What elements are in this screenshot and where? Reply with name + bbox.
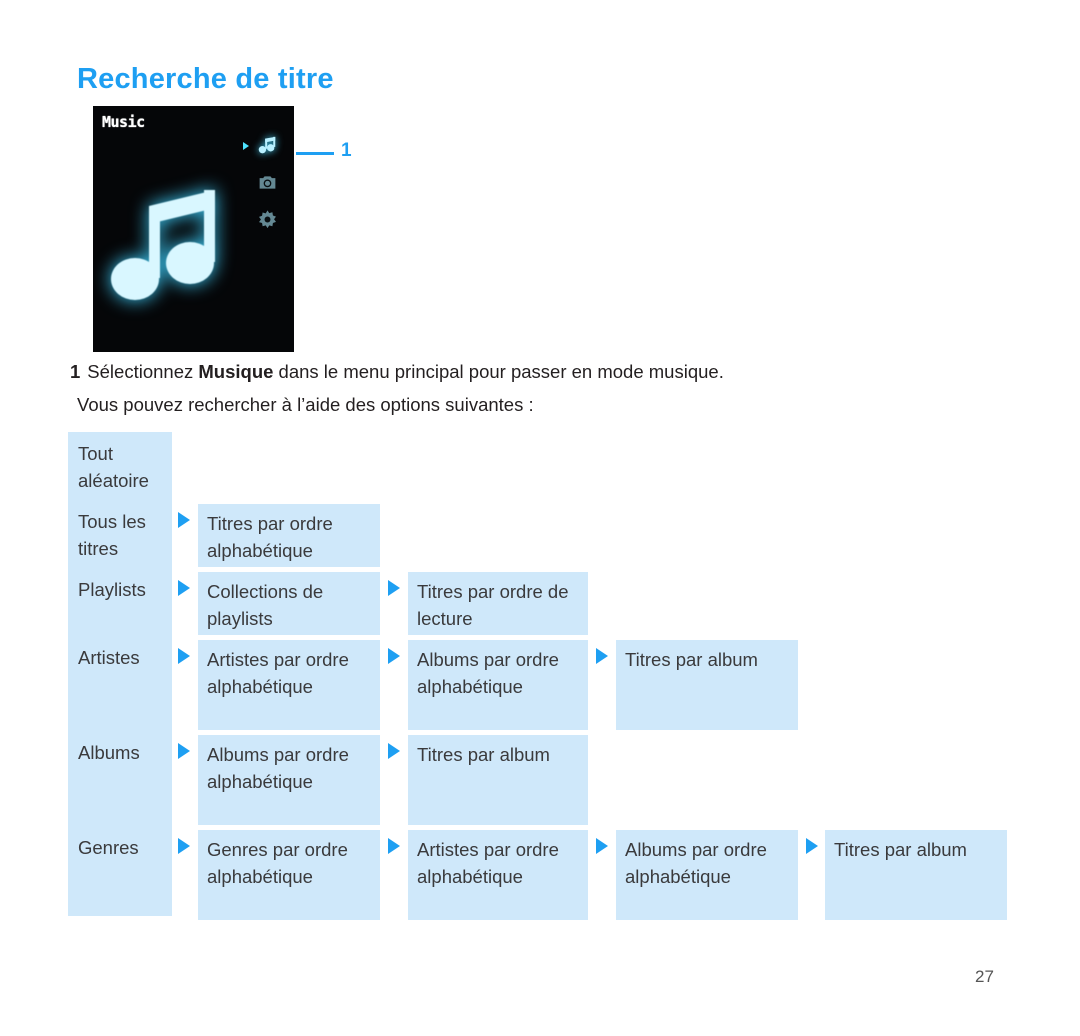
device-screen-title: Music [102,113,145,131]
flow-cell-5-2[interactable]: Albums par ordre alphabétique [616,830,798,920]
flow-arrow-icon [388,838,400,854]
flow-cell-4-0[interactable]: Albums par ordre alphabétique [198,735,380,825]
flow-cell-1-0[interactable]: Titres par ordre alphabétique [198,504,380,567]
flow-arrow-icon [388,743,400,759]
flow-arrow-icon [178,580,190,596]
flow-cell-2-0[interactable]: Collections de playlists [198,572,380,635]
flow-arrow-icon [178,743,190,759]
page-number: 27 [975,967,994,986]
flow-row-label-0[interactable]: Tout aléatoire [78,440,170,494]
flow-arrow-icon [178,838,190,854]
flow-row-label-1[interactable]: Tous les titres [78,508,170,562]
flow-row-label-4[interactable]: Albums [78,739,170,766]
flow-cell-5-1[interactable]: Artistes par ordre alphabétique [408,830,588,920]
flow-arrow-icon [806,838,818,854]
rail-item-music[interactable] [243,135,280,162]
callout-number-1: 1 [341,140,352,161]
flow-cell-3-2[interactable]: Titres par album [616,640,798,730]
step-text-after: dans le menu principal pour passer en mo… [273,361,724,382]
flow-arrow-icon [178,648,190,664]
device-screenshot: Music [93,106,294,352]
flow-cell-5-0[interactable]: Genres par ordre alphabétique [198,830,380,920]
cursor-arrow-icon [243,142,249,150]
intro-text: Vous pouvez rechercher à l’aide des opti… [77,394,534,415]
flow-cell-5-3[interactable]: Titres par album [825,830,1007,920]
page-title: Recherche de titre [77,63,334,95]
step-number: 1 [70,361,81,382]
flow-arrow-icon [596,838,608,854]
flow-row-label-3[interactable]: Artistes [78,644,170,671]
rail-item-settings[interactable] [254,210,280,234]
flow-arrow-icon [388,580,400,596]
step-text-strong: Musique [198,361,274,382]
flow-arrow-icon [596,648,608,664]
flow-cell-3-0[interactable]: Artistes par ordre alphabétique [198,640,380,730]
flow-cell-2-1[interactable]: Titres par ordre de lecture [408,572,588,635]
callout-leader-line [296,152,334,155]
rail-item-camera[interactable] [254,173,280,197]
flow-arrow-icon [388,648,400,664]
device-icon-rail [243,135,284,234]
step-text-before: Sélectionnez [87,361,199,382]
flow-cell-4-1[interactable]: Titres par album [408,735,588,825]
gear-icon [257,209,278,235]
search-options-flow-table: Tout aléatoire Tous les titres Titres pa… [68,432,1008,920]
flow-row-label-5[interactable]: Genres [78,834,170,861]
music-note-icon [256,135,278,162]
flow-row-label-2[interactable]: Playlists [78,576,170,603]
flow-cell-3-1[interactable]: Albums par ordre alphabétique [408,640,588,730]
camera-icon [257,172,278,198]
step-instruction: 1 Sélectionnez Musique dans le menu princ… [70,360,724,384]
large-music-note-icon [111,172,231,302]
flow-arrow-icon [178,512,190,528]
